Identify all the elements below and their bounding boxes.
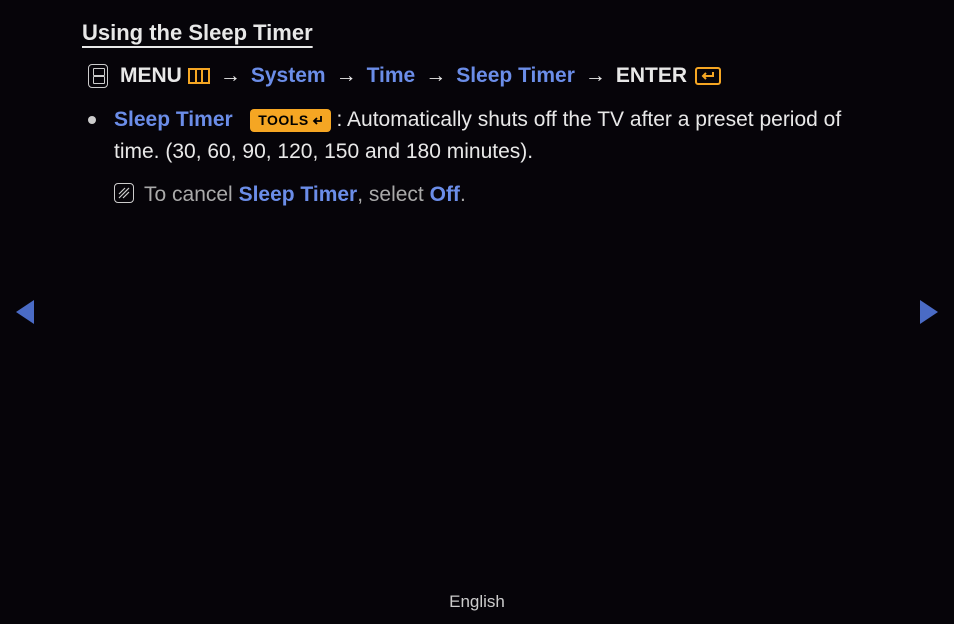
sleep-timer-bold: Sleep Timer (114, 108, 233, 131)
breadcrumb: MENU → System → Time → Sleep Timer → ENT… (88, 64, 872, 88)
bullet-item: Sleep Timer TOOLS : Automatically shuts … (88, 104, 872, 211)
next-page-arrow[interactable] (920, 300, 938, 324)
note-row: To cancel Sleep Timer, select Off. (114, 179, 872, 211)
page-title: Using the Sleep Timer (82, 20, 872, 46)
note-off: Off (430, 183, 460, 206)
sleep-timer-label: Sleep Timer (456, 64, 575, 88)
arrow-icon: → (214, 64, 247, 88)
note-prefix: To cancel (144, 183, 239, 206)
language-label: English (0, 592, 954, 612)
note-mid: , select (357, 183, 429, 206)
prev-page-arrow[interactable] (16, 300, 34, 324)
note-icon (114, 183, 134, 203)
menu-icon (188, 68, 210, 84)
enter-label: ENTER (616, 64, 687, 88)
arrow-icon: → (579, 64, 612, 88)
enter-icon (695, 67, 721, 85)
bullet-icon (88, 116, 96, 124)
arrow-icon: → (330, 64, 363, 88)
remote-icon (88, 64, 108, 88)
arrow-icon: → (419, 64, 452, 88)
note-highlight: Sleep Timer (239, 183, 358, 206)
tools-label: TOOLS (258, 110, 308, 131)
note-suffix: . (460, 183, 466, 206)
time-label: Time (367, 64, 416, 88)
menu-label: MENU (120, 64, 182, 88)
system-label: System (251, 64, 326, 88)
tools-badge: TOOLS (250, 109, 330, 132)
